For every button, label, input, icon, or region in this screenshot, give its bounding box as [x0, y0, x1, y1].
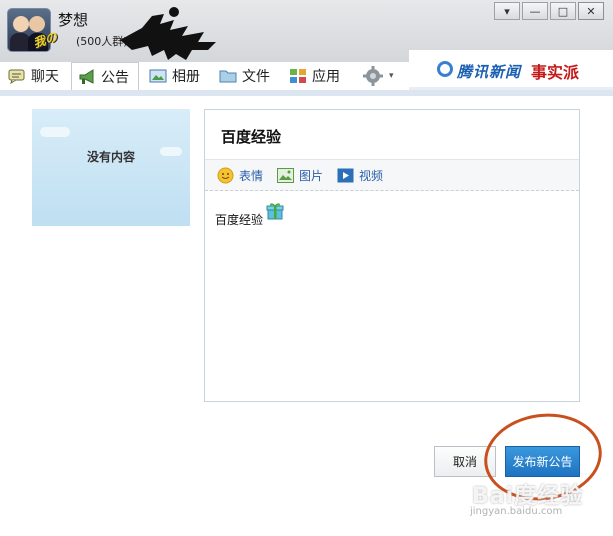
tab-apps[interactable]: 应用 [283, 62, 353, 90]
apps-icon [289, 68, 307, 84]
tencent-news-logo-icon [437, 61, 453, 77]
watermark-url: jingyan.baidu.com [470, 506, 563, 517]
baidu-jingyan-watermark: Bai度经验 jingyan.baidu.com [470, 476, 610, 536]
banner-sub: 事实派 [531, 63, 580, 82]
video-icon [337, 168, 354, 183]
tool-label: 图片 [299, 169, 324, 183]
empty-label: 没有内容 [86, 150, 135, 164]
tab-files[interactable]: 文件 [213, 62, 283, 90]
tab-chat[interactable]: 聊天 [2, 62, 68, 90]
tab-album[interactable]: 相册 [143, 62, 213, 90]
tab-label: 应用 [312, 69, 340, 85]
emoji-button[interactable]: 表情 [217, 167, 263, 184]
tab-announcement[interactable]: 公告 [71, 62, 139, 90]
tab-label: 文件 [242, 69, 270, 85]
tab-label: 相册 [172, 69, 200, 85]
gift-icon [266, 203, 284, 220]
tab-label: 公告 [101, 69, 129, 86]
chat-icon [8, 68, 26, 85]
image-button[interactable]: 图片 [277, 167, 323, 184]
announcement-body-text[interactable]: 百度经验 [215, 211, 263, 228]
minimize-button[interactable]: — [522, 2, 548, 20]
close-button[interactable]: ✕ [578, 2, 604, 20]
announcement-title-input[interactable]: 百度经验 [221, 126, 281, 147]
tab-settings[interactable]: ▾ [356, 62, 402, 90]
runner-figure-icon [120, 7, 216, 60]
news-banner[interactable]: 腾讯新闻 事实派 [409, 50, 613, 90]
image-icon [277, 168, 294, 183]
announcement-panel: 没有内容 百度经验 表情 图片 视频 百度经验 取消 发布新公告 Bai度经验 … [0, 96, 613, 536]
announcement-list-empty: 没有内容 [32, 109, 190, 226]
maximize-button[interactable]: □ [550, 2, 576, 20]
video-button[interactable]: 视频 [337, 167, 383, 184]
editor-toolbar: 表情 图片 视频 [205, 159, 579, 191]
tool-label: 视频 [359, 169, 384, 183]
emoji-icon [217, 167, 234, 184]
group-name: 梦想 [58, 11, 89, 29]
banner-brand: 腾讯新闻 [457, 63, 522, 81]
chevron-down-icon: ▾ [389, 71, 394, 81]
tab-label: 聊天 [31, 69, 59, 85]
megaphone-icon [78, 68, 96, 85]
photo-album-icon [149, 68, 167, 84]
tool-label: 表情 [239, 169, 264, 183]
folder-icon [219, 68, 237, 84]
announcement-editor[interactable]: 百度经验 表情 图片 视频 百度经验 [204, 109, 580, 402]
menu-button[interactable]: ▾ [494, 2, 520, 20]
gear-icon [362, 66, 384, 86]
